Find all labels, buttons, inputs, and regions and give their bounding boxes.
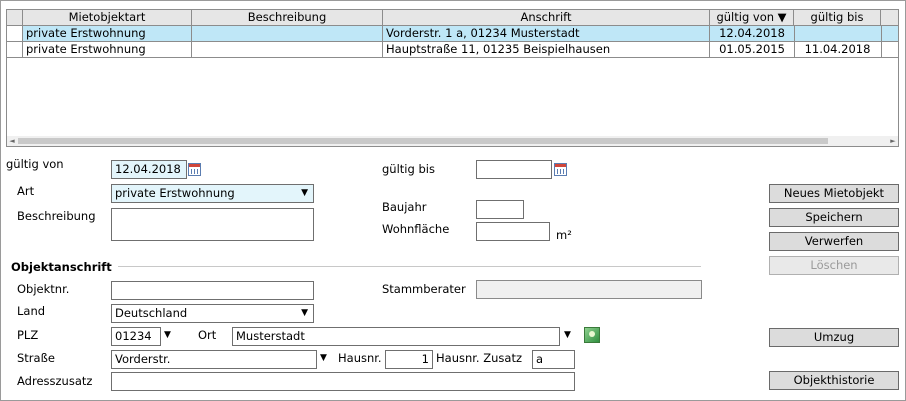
col-header-gueltig-von[interactable]: gültig von ▼ — [710, 10, 794, 25]
col-header-anschrift[interactable]: Anschrift — [383, 10, 710, 25]
map-icon[interactable] — [584, 327, 600, 343]
ort-input[interactable]: Musterstadt — [232, 327, 560, 346]
gueltig-von-input[interactable]: 12.04.2018 — [111, 160, 187, 179]
row-selector-header — [7, 10, 23, 25]
baujahr-label: Baujahr — [382, 200, 427, 214]
land-select-value: Deutschland — [115, 306, 188, 320]
table-row[interactable]: private Erstwohnung Vorderstr. 1 a, 0123… — [7, 26, 898, 42]
land-label: Land — [17, 304, 46, 318]
row-selector[interactable] — [7, 26, 23, 41]
ort-dropdown-icon[interactable]: ▼ — [564, 326, 571, 345]
stammberater-input — [476, 280, 702, 299]
chevron-down-icon: ▼ — [301, 188, 308, 198]
chevron-down-icon: ▼ — [301, 308, 308, 318]
cell-mietobjektart: private Erstwohnung — [23, 26, 192, 41]
speichern-button[interactable]: Speichern — [769, 208, 899, 227]
hausnr-label: Hausnr. — [338, 351, 382, 365]
umzug-button[interactable]: Umzug — [769, 328, 899, 347]
gueltig-bis-label: gültig bis — [382, 162, 435, 176]
scroll-left-icon[interactable]: ◄ — [7, 136, 17, 146]
ort-label: Ort — [198, 328, 217, 342]
table-row[interactable]: private Erstwohnung Hauptstraße 11, 0123… — [7, 42, 898, 58]
verwerfen-button[interactable]: Verwerfen — [769, 232, 899, 251]
objekthistorie-button[interactable]: Objekthistorie — [769, 371, 899, 390]
art-label: Art — [17, 184, 35, 198]
cell-gueltig-von: 12.04.2018 — [710, 26, 795, 41]
calendar-icon[interactable] — [554, 163, 567, 176]
cell-gueltig-von: 01.05.2015 — [710, 42, 795, 57]
adresszusatz-input[interactable] — [111, 372, 575, 391]
col-header-gueltig-bis[interactable]: gültig bis — [794, 10, 881, 25]
strasse-dropdown-icon[interactable]: ▼ — [320, 349, 327, 368]
calendar-icon[interactable] — [188, 163, 201, 176]
objektnr-label: Objektnr. — [17, 282, 70, 296]
cell-beschreibung — [192, 26, 383, 41]
hausnr-zusatz-input[interactable]: a — [532, 350, 575, 369]
art-select[interactable]: private Erstwohnung ▼ — [111, 184, 314, 203]
cell-gueltig-bis — [794, 26, 882, 41]
strasse-label: Straße — [17, 351, 55, 365]
section-title-objektanschrift: Objektanschrift — [11, 260, 118, 274]
wohnflaeche-input[interactable] — [476, 222, 550, 241]
row-selector[interactable] — [7, 42, 23, 57]
plz-input[interactable]: 01234 — [111, 327, 161, 346]
adresszusatz-label: Adresszusatz — [17, 374, 93, 388]
cell-anschrift: Hauptstraße 11, 01235 Beispielhausen — [383, 42, 710, 57]
horizontal-scrollbar[interactable]: ◄ ► — [7, 136, 898, 146]
cell-anschrift: Vorderstr. 1 a, 01234 Musterstadt — [383, 26, 710, 41]
gueltig-bis-input[interactable] — [476, 160, 552, 179]
objektnr-input[interactable] — [111, 281, 314, 300]
table-header: Mietobjektart Beschreibung Anschrift gül… — [7, 10, 898, 26]
plz-dropdown-icon[interactable]: ▼ — [164, 326, 171, 345]
plz-label: PLZ — [17, 328, 39, 342]
wohnflaeche-label: Wohnfläche — [382, 222, 450, 236]
stammberater-label: Stammberater — [382, 282, 466, 296]
col-header-beschreibung[interactable]: Beschreibung — [192, 10, 383, 25]
cell-beschreibung — [192, 42, 383, 57]
cell-gueltig-bis: 11.04.2018 — [794, 42, 882, 57]
baujahr-input[interactable] — [476, 200, 524, 219]
beschreibung-textarea[interactable] — [111, 208, 314, 241]
hausnr-zusatz-label: Hausnr. Zusatz — [436, 351, 522, 365]
loeschen-button[interactable]: Löschen — [769, 256, 899, 275]
col-header-mietobjektart[interactable]: Mietobjektart — [23, 10, 192, 25]
neues-mietobjekt-button[interactable]: Neues Mietobjekt — [769, 184, 899, 203]
gueltig-von-label: gültig von — [6, 157, 64, 171]
land-select[interactable]: Deutschland ▼ — [111, 304, 314, 323]
mietobjekt-table: Mietobjektart Beschreibung Anschrift gül… — [6, 9, 899, 147]
beschreibung-label: Beschreibung — [17, 209, 96, 223]
art-select-value: private Erstwohnung — [115, 186, 235, 200]
strasse-input[interactable]: Vorderstr. — [111, 350, 317, 369]
cell-mietobjektart: private Erstwohnung — [23, 42, 192, 57]
scroll-right-icon[interactable]: ► — [888, 136, 898, 146]
hausnr-input[interactable]: 1 — [385, 350, 433, 369]
scrollbar-thumb[interactable] — [18, 138, 828, 144]
wohnflaeche-unit: m² — [556, 228, 572, 242]
